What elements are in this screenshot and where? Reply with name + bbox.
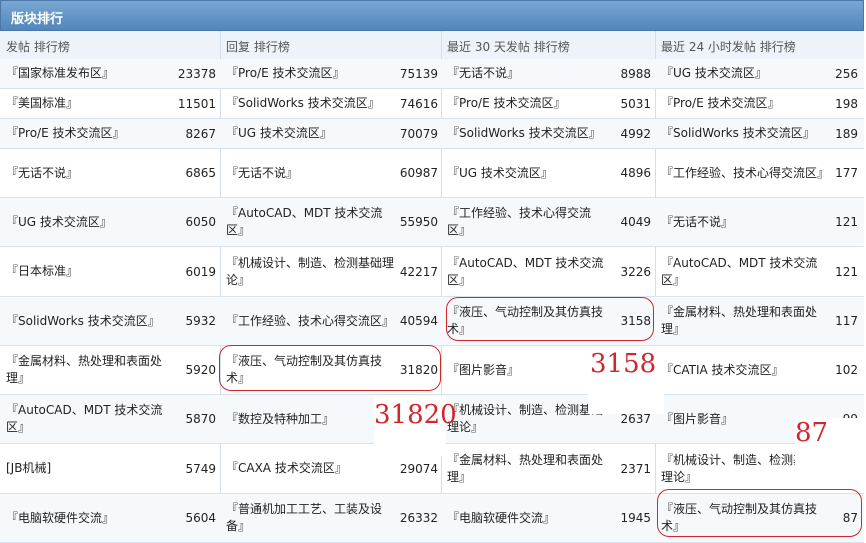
- post-count-30d: 2371: [620, 461, 651, 476]
- forum-link[interactable]: 『日本标准』: [6, 247, 176, 296]
- forum-link[interactable]: 『AutoCAD、MDT 技术交流区』: [661, 247, 826, 296]
- post-count: 6865: [185, 166, 216, 180]
- forum-link[interactable]: 『图片影音』: [447, 346, 607, 394]
- forum-link[interactable]: 『电脑软硬件交流』: [447, 494, 607, 542]
- forum-link[interactable]: 『SolidWorks 技术交流区』: [447, 119, 607, 148]
- annotation-number: 31820: [374, 400, 457, 430]
- reply-count: 40594: [399, 314, 438, 328]
- post-count: 5932: [185, 314, 216, 328]
- table-row: 『Pro/E 技术交流区』 8267 『UG 技术交流区』 70079 『Sol…: [0, 119, 864, 149]
- annotation-number: 3158: [590, 349, 657, 379]
- post-count: 5920: [185, 363, 216, 377]
- panel-title: 版块排行: [11, 12, 64, 27]
- table-row: 『UG 技术交流区』 6050 『AutoCAD、MDT 技术交流区』 5595…: [0, 198, 864, 247]
- col-header-30days[interactable]: 最近 30 天发帖 排行榜: [447, 38, 570, 55]
- post-count: 11501: [177, 96, 216, 111]
- post-count-30d: 4049: [620, 215, 651, 229]
- forum-link[interactable]: 『SolidWorks 技术交流区』: [226, 89, 396, 118]
- panel-title-bar: 版块排行: [0, 0, 864, 31]
- annotation-number: 87: [795, 418, 829, 448]
- forum-link[interactable]: 『工作经验、技术心得交流区』: [447, 198, 607, 246]
- post-count-30d: 5031: [620, 96, 651, 111]
- post-count: 6019: [185, 264, 216, 279]
- forum-link[interactable]: 『电脑软硬件交流』: [6, 494, 176, 542]
- post-count: 8267: [185, 126, 216, 141]
- table-row: 『国家标准发布区』 23378 『Pro/E 技术交流区』 75139 『无话不…: [0, 59, 864, 89]
- forum-link[interactable]: 『UG 技术交流区』: [661, 59, 826, 88]
- forum-link[interactable]: 『无话不说』: [226, 149, 396, 197]
- post-count: 5870: [185, 412, 216, 426]
- forum-link[interactable]: 『机械设计、制造、检测基础理论』: [447, 395, 607, 443]
- forum-link[interactable]: 『金属材料、热处理和表面处理』: [447, 444, 607, 493]
- table-row: 『美国标准』 11501 『SolidWorks 技术交流区』 74616 『P…: [0, 89, 864, 119]
- forum-link[interactable]: 『无话不说』: [447, 59, 607, 88]
- post-count: 23378: [177, 66, 216, 81]
- table-row: 『无话不说』 6865 『无话不说』 60987 『UG 技术交流区』 4896…: [0, 149, 864, 198]
- forum-link[interactable]: 『AutoCAD、MDT 技术交流区』: [226, 198, 396, 246]
- post-count-24h: 189: [835, 126, 858, 141]
- post-count-24h: 198: [835, 96, 858, 111]
- forum-link[interactable]: 『数控及特种加工』: [226, 395, 396, 443]
- post-count-30d: 4992: [620, 126, 651, 141]
- post-count: 6050: [185, 215, 216, 229]
- column-header-row: 发帖 排行榜 回复 排行榜 最近 30 天发帖 排行榜 最近 24 小时发帖 排…: [0, 31, 864, 60]
- forum-link[interactable]: 『SolidWorks 技术交流区』: [661, 119, 826, 148]
- forum-link[interactable]: 『金属材料、热处理和表面处理』: [661, 297, 826, 345]
- forum-link[interactable]: 『Pro/E 技术交流区』: [447, 89, 607, 118]
- reply-count: 74616: [399, 96, 438, 111]
- forum-link[interactable]: 『CATIA 技术交流区』: [661, 346, 826, 394]
- reply-count: 75139: [399, 66, 438, 81]
- ranking-table: 『国家标准发布区』 23378 『Pro/E 技术交流区』 75139 『无话不…: [0, 59, 864, 543]
- forum-link[interactable]: 『UG 技术交流区』: [226, 119, 396, 148]
- forum-link[interactable]: 『AutoCAD、MDT 技术交流区』: [6, 395, 176, 443]
- post-count-30d: 4896: [620, 166, 651, 180]
- post-count-30d: 8988: [620, 66, 651, 81]
- col-header-24hours[interactable]: 最近 24 小时发帖 排行榜: [661, 38, 796, 55]
- forum-link[interactable]: 『无话不说』: [661, 198, 826, 246]
- forum-link[interactable]: 『AutoCAD、MDT 技术交流区』: [447, 247, 607, 296]
- forum-link[interactable]: 『工作经验、技术心得交流区』: [226, 297, 396, 345]
- col-header-posts[interactable]: 发帖 排行榜: [6, 38, 70, 55]
- post-count-30d: 3226: [620, 264, 651, 279]
- post-count-30d: 1945: [620, 511, 651, 525]
- highlight-circle: [219, 345, 441, 391]
- forum-link[interactable]: 『普通机加工工艺、工装及设备』: [226, 494, 396, 542]
- forum-link[interactable]: 『SolidWorks 技术交流区』: [6, 297, 176, 345]
- forum-link[interactable]: 『CAXA 技术交流区』: [226, 444, 396, 493]
- forum-link[interactable]: 『金属材料、热处理和表面处理』: [6, 346, 176, 394]
- post-count-24h: 177: [835, 166, 858, 180]
- reply-count: 60987: [399, 166, 438, 180]
- post-count: 5749: [185, 461, 216, 476]
- table-row: 『日本标准』 6019 『机械设计、制造、检测基础理论』 42217 『Auto…: [0, 247, 864, 297]
- reply-count: 42217: [399, 264, 438, 279]
- post-count-24h: 121: [835, 264, 858, 279]
- forum-link[interactable]: 『Pro/E 技术交流区』: [6, 119, 176, 148]
- post-count-24h: 256: [835, 66, 858, 81]
- post-count-24h: 117: [835, 314, 858, 328]
- forum-link[interactable]: 『国家标准发布区』: [6, 59, 176, 88]
- reply-count: 70079: [399, 126, 438, 141]
- reply-count: 55950: [399, 215, 438, 229]
- post-count-24h: 102: [835, 363, 858, 377]
- post-count-24h: 121: [835, 215, 858, 229]
- forum-link[interactable]: 『Pro/E 技术交流区』: [226, 59, 396, 88]
- forum-link[interactable]: 『工作经验、技术心得交流区』: [661, 149, 829, 197]
- table-row: 『SolidWorks 技术交流区』 5932 『工作经验、技术心得交流区』 4…: [0, 297, 864, 346]
- forum-link[interactable]: [JB机械]: [6, 444, 176, 493]
- highlight-circle: [446, 297, 654, 341]
- forum-link[interactable]: 『无话不说』: [6, 149, 176, 197]
- col-header-replies[interactable]: 回复 排行榜: [226, 38, 290, 55]
- highlight-circle: [657, 489, 862, 537]
- forum-link[interactable]: 『Pro/E 技术交流区』: [661, 89, 826, 118]
- reply-count: 26332: [399, 511, 438, 525]
- forum-link[interactable]: 『美国标准』: [6, 89, 176, 118]
- post-count: 5604: [185, 511, 216, 525]
- forum-link[interactable]: 『UG 技术交流区』: [6, 198, 176, 246]
- forum-link[interactable]: 『UG 技术交流区』: [447, 149, 607, 197]
- forum-link[interactable]: 『机械设计、制造、检测基础理论』: [226, 247, 396, 296]
